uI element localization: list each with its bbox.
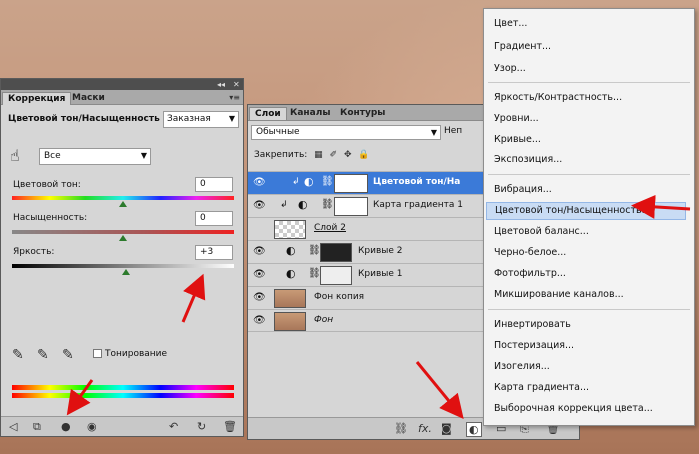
- annotation-arrows: [66, 194, 691, 419]
- arrow-to-hue-saturation: [631, 194, 691, 219]
- arrow-to-clip-icon: [66, 379, 94, 416]
- arrow-to-lightness: [181, 273, 206, 323]
- arrow-to-adjustment-button: [415, 361, 464, 419]
